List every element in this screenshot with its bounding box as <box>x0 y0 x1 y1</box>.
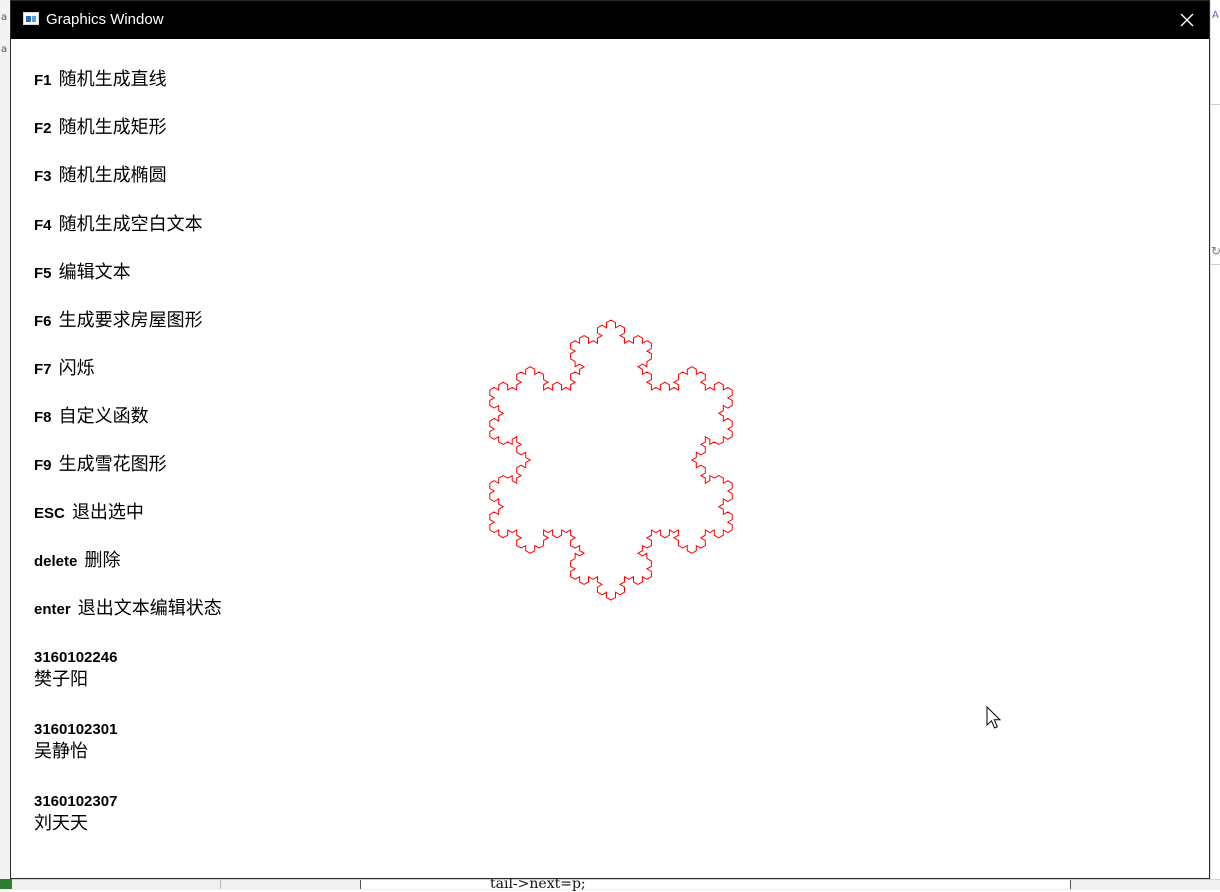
menu-label: 编辑文本 <box>58 262 131 283</box>
title-bar[interactable]: Graphics Window <box>11 1 1209 39</box>
background-divider <box>1211 264 1220 265</box>
graphics-canvas[interactable]: F1 随机生成直线 F2 随机生成矩形 F3 随机生成椭圆 F4 随机生成空白文… <box>11 39 1209 878</box>
background-fragment: a <box>1 44 8 55</box>
menu-item-esc: ESC 退出选中 <box>34 502 144 525</box>
menu-label: 生成雪花图形 <box>58 454 167 475</box>
student-id: 3160102307 <box>34 793 118 810</box>
menu-label: 退出文本编辑状态 <box>77 598 222 619</box>
background-refresh-icon: ↻ <box>1211 244 1220 258</box>
menu-label: 退出选中 <box>71 502 144 523</box>
koch-snowflake <box>489 319 733 601</box>
snowflake-outline <box>489 319 733 601</box>
menu-key: F7 <box>34 361 52 378</box>
menu-label: 删除 <box>84 550 121 571</box>
menu-key: F1 <box>34 72 52 89</box>
credit-entry: 3160102246 樊子阳 <box>34 649 117 691</box>
window-app-icon <box>23 12 39 25</box>
menu-label: 随机生成椭圆 <box>58 165 167 186</box>
menu-key: ESC <box>34 505 65 522</box>
menu-label: 随机生成直线 <box>58 69 167 90</box>
background-divider <box>220 880 221 889</box>
student-name: 刘天天 <box>34 813 88 834</box>
menu-key: F3 <box>34 168 52 185</box>
menu-key: F4 <box>34 217 52 234</box>
menu-key: F2 <box>34 120 52 137</box>
window-title: Graphics Window <box>46 11 164 28</box>
menu-key: delete <box>34 553 78 570</box>
menu-key: enter <box>34 601 71 618</box>
graphics-window[interactable]: Graphics Window F1 随机生成直线 F2 随机生成矩形 F3 随… <box>10 0 1210 879</box>
background-app-left <box>0 0 10 889</box>
background-fragment: A <box>1212 10 1219 21</box>
menu-label: 自定义函数 <box>58 406 149 427</box>
menu-key: F6 <box>34 313 52 330</box>
menu-item-f8: F8 自定义函数 <box>34 406 149 429</box>
menu-item-f9: F9 生成雪花图形 <box>34 454 167 477</box>
menu-label: 随机生成矩形 <box>58 117 167 138</box>
student-id: 3160102301 <box>34 721 118 738</box>
menu-item-f3: F3 随机生成椭圆 <box>34 165 167 188</box>
student-name: 吴静怡 <box>34 741 88 762</box>
menu-item-enter: enter 退出文本编辑状态 <box>34 598 222 621</box>
menu-item-f4: F4 随机生成空白文本 <box>34 214 203 237</box>
menu-item-f7: F7 闪烁 <box>34 358 95 381</box>
menu-label: 生成要求房屋图形 <box>58 310 203 331</box>
menu-item-f1: F1 随机生成直线 <box>34 69 167 92</box>
close-button[interactable] <box>1165 1 1209 39</box>
menu-item-f2: F2 随机生成矩形 <box>34 117 167 140</box>
background-editor-page <box>361 880 1070 889</box>
menu-label: 闪烁 <box>58 358 95 379</box>
menu-key: F8 <box>34 409 52 426</box>
menu-item-f5: F5 编辑文本 <box>34 262 131 285</box>
menu-key: F9 <box>34 457 52 474</box>
mouse-pointer-icon <box>986 706 1002 729</box>
menu-label: 随机生成空白文本 <box>58 214 203 235</box>
credit-entry: 3160102301 吴静怡 <box>34 721 117 763</box>
menu-key: F5 <box>34 265 52 282</box>
background-fragment: a <box>1 12 8 23</box>
close-icon <box>1180 13 1194 27</box>
background-app-right <box>1210 0 1220 889</box>
student-id: 3160102246 <box>34 649 118 666</box>
background-divider <box>1211 104 1220 105</box>
credit-entry: 3160102307 刘天天 <box>34 793 117 835</box>
background-editor-marker <box>0 879 12 889</box>
background-divider <box>1070 880 1071 889</box>
student-name: 樊子阳 <box>34 669 88 690</box>
menu-item-f6: F6 生成要求房屋图形 <box>34 310 203 333</box>
menu-item-delete: delete 删除 <box>34 550 120 573</box>
